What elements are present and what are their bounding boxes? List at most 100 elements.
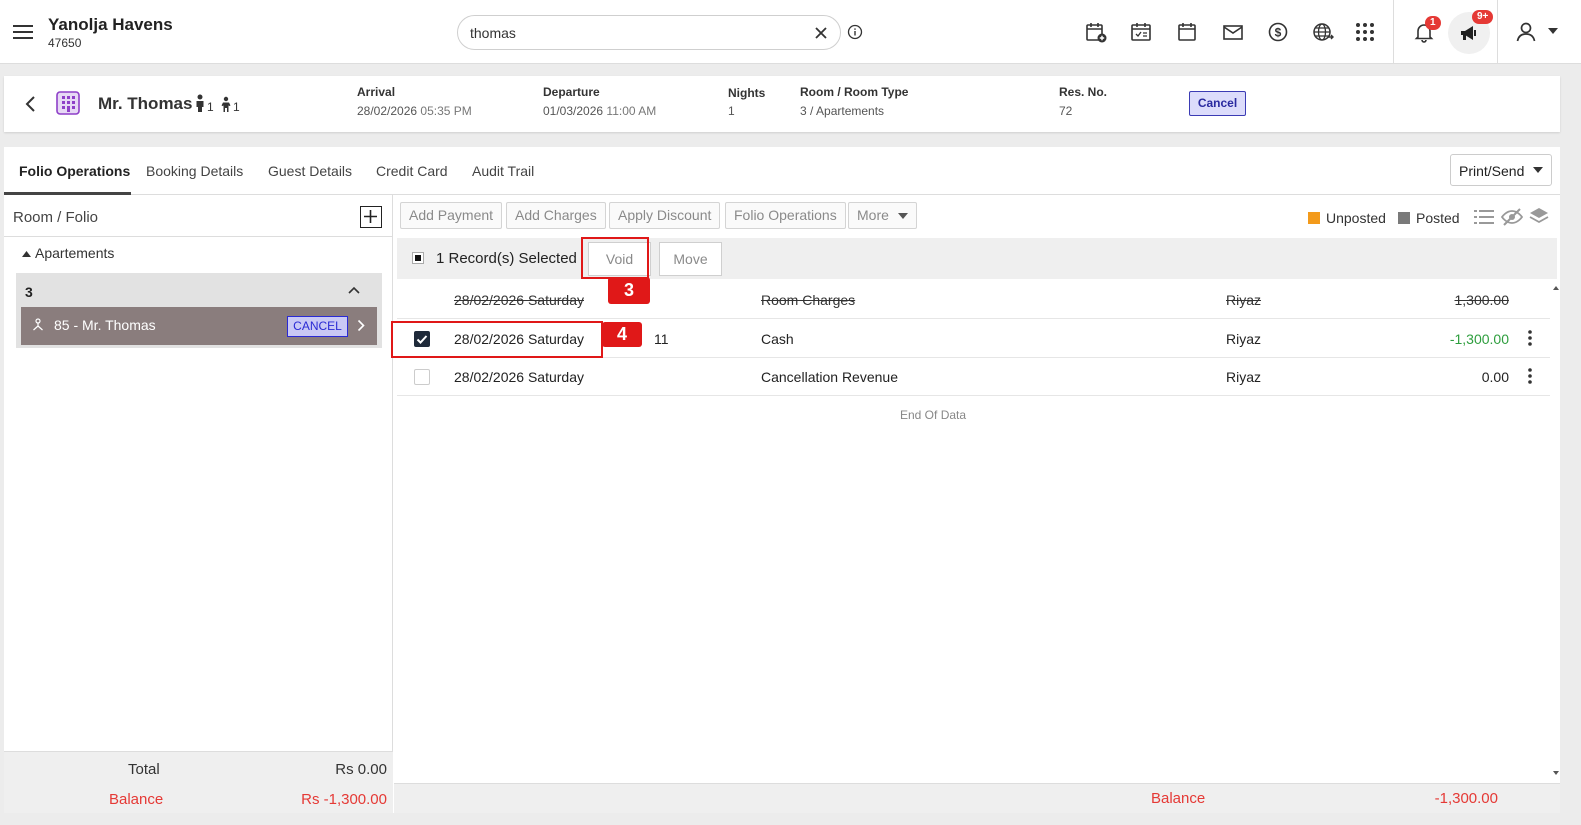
folio-name: 85 - Mr. Thomas (54, 317, 156, 333)
tab-booking-details[interactable]: Booking Details (146, 163, 243, 179)
apply-discount-button[interactable]: Apply Discount (609, 202, 721, 229)
calendar-check-icon[interactable] (1129, 20, 1153, 44)
row-description: Room Charges (761, 292, 856, 308)
print-send-label: Print/Send (1459, 163, 1525, 179)
chevron-down-icon[interactable] (1548, 28, 1558, 35)
eye-off-icon[interactable] (1501, 207, 1523, 227)
search-input[interactable] (470, 23, 800, 43)
chevron-right-icon (357, 319, 365, 332)
legend-unposted-label: Unposted (1326, 210, 1386, 226)
plus-icon (364, 210, 377, 223)
add-folio-button[interactable] (360, 206, 382, 228)
reservation-header: Mr. Thomas 1 1 Arrival 28/02/2026 05:35 … (4, 76, 1560, 132)
print-send-button[interactable]: Print/Send (1450, 154, 1552, 186)
res-no-label: Res. No. (1059, 85, 1108, 99)
folio-operations-button[interactable]: Folio Operations (725, 202, 846, 229)
room-folio-header: Room / Folio (4, 195, 393, 237)
calendar-icon[interactable] (1175, 20, 1199, 44)
split-icon (31, 318, 45, 332)
divider (1393, 0, 1394, 64)
unposted-swatch (1308, 212, 1320, 224)
more-button[interactable]: More (848, 202, 917, 229)
move-button[interactable]: Move (659, 242, 722, 276)
close-icon[interactable] (813, 25, 829, 41)
departure-value: 01/03/2026 11:00 AM (543, 104, 656, 118)
back-arrow-icon[interactable] (24, 95, 36, 113)
room-folio-pane: Room / Folio Apartements 3 85 - Mr. Thom… (4, 195, 393, 813)
svg-text:$: $ (1275, 26, 1282, 40)
row-highlight (391, 321, 603, 358)
end-of-data: End Of Data (900, 408, 967, 422)
dollar-icon[interactable]: $ (1266, 20, 1290, 44)
balance-label: Balance (109, 791, 164, 808)
legend-posted-label: Posted (1416, 210, 1460, 226)
adult-icon (194, 94, 206, 112)
layers-icon[interactable] (1529, 206, 1549, 226)
mail-icon[interactable] (1221, 20, 1245, 44)
scrollbar[interactable] (1552, 283, 1560, 778)
tab-audit-trail[interactable]: Audit Trail (472, 163, 534, 179)
chevron-down-icon (898, 213, 908, 220)
total-label: Total (128, 761, 160, 778)
caret-up-icon (22, 251, 31, 257)
legend-unposted: Unposted (1308, 210, 1386, 226)
chevron-up-icon[interactable] (347, 284, 361, 296)
row-user: Riyaz (1226, 292, 1262, 308)
add-payment-button[interactable]: Add Payment (400, 202, 503, 229)
menu-icon[interactable] (12, 22, 34, 42)
list-view-icon[interactable] (1474, 208, 1494, 226)
select-all-checkbox[interactable] (412, 252, 424, 264)
folio-item[interactable]: 85 - Mr. Thomas CANCEL (21, 307, 377, 345)
row-user: Riyaz (1226, 369, 1262, 385)
tab-credit-card[interactable]: Credit Card (376, 163, 448, 179)
folio-status-badge: CANCEL (287, 316, 348, 337)
notification-badge: 1 (1425, 16, 1441, 30)
tab-bar: Folio Operations Booking Details Guest D… (4, 147, 1560, 195)
room-type-label: Room / Room Type (800, 85, 909, 99)
departure-label: Departure (543, 85, 600, 99)
table-row[interactable]: 28/02/2026 Saturday Cancellation Revenue… (397, 358, 1550, 396)
room-type-group[interactable]: Apartements (22, 245, 114, 261)
res-no-value: 72 (1059, 104, 1073, 118)
room-type-group-label: Apartements (35, 245, 115, 261)
more-vertical-icon[interactable] (1527, 367, 1533, 385)
table-row[interactable]: 28/02/2026 Saturday Room Charges Riyaz 1… (397, 281, 1550, 319)
legend-posted: Posted (1398, 210, 1460, 226)
tab-folio-operations[interactable]: Folio Operations (19, 163, 130, 179)
row-date: 28/02/2026 Saturday (454, 292, 584, 308)
guest-name: Mr. Thomas (98, 94, 193, 113)
more-vertical-icon[interactable] (1527, 329, 1533, 347)
arrival-date: 28/02/2026 (357, 104, 418, 118)
nights-value: 1 (728, 104, 735, 118)
search-box (457, 15, 841, 50)
adult-count: 1 (207, 100, 214, 114)
globe-icon[interactable] (1311, 20, 1335, 44)
row-checkbox[interactable] (414, 369, 430, 385)
balance-value: Rs -1,300.00 (301, 791, 387, 808)
void-highlight (581, 237, 649, 279)
step-marker-4: 4 (602, 322, 642, 347)
apps-grid-icon[interactable] (1353, 20, 1377, 44)
chevron-down-icon (1533, 167, 1543, 174)
add-charges-button[interactable]: Add Charges (506, 202, 606, 229)
info-icon[interactable] (847, 24, 863, 40)
status-badge[interactable]: Cancel (1189, 91, 1246, 116)
room-card: 3 85 - Mr. Thomas CANCEL (16, 273, 382, 348)
footer-balance-value: -1,300.00 (1434, 790, 1498, 807)
arrival-time: 05:35 PM (420, 104, 472, 118)
calendar-add-icon[interactable] (1084, 20, 1108, 44)
nights-label: Nights (728, 86, 766, 100)
row-date: 28/02/2026 Saturday (454, 369, 584, 385)
announcements-badge: 9+ (1472, 10, 1494, 24)
child-icon (220, 96, 232, 112)
user-icon[interactable] (1514, 20, 1538, 44)
departure-time: 11:00 AM (606, 104, 657, 118)
megaphone-icon (1457, 21, 1481, 45)
posted-swatch (1398, 212, 1410, 224)
row-description: Cash (761, 331, 794, 347)
right-footer: Balance -1,300.00 (394, 783, 1560, 813)
room-folio-title: Room / Folio (13, 209, 99, 226)
tab-guest-details[interactable]: Guest Details (268, 163, 352, 179)
row-user: Riyaz (1226, 331, 1262, 347)
folio-panel: Folio Operations Booking Details Guest D… (4, 147, 1560, 813)
